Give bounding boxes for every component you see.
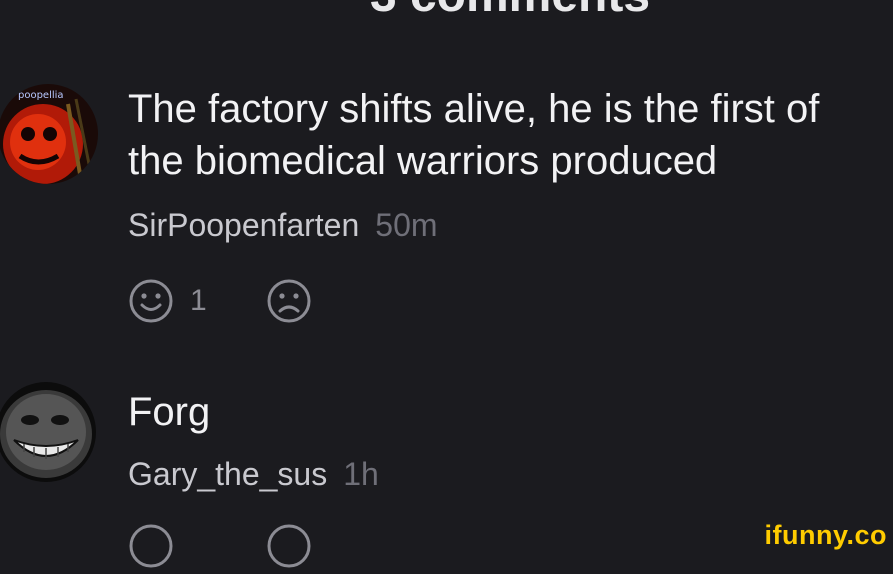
comment-time: 50m — [375, 207, 438, 243]
like-count: 1 — [190, 284, 207, 317]
comment-text: Forg — [128, 390, 211, 434]
comment-author[interactable]: SirPoopenfarten — [128, 207, 359, 243]
reaction-bar — [128, 523, 328, 568]
comment-time: 1h — [343, 456, 379, 492]
svg-text:poopellia: poopellia — [18, 90, 64, 101]
comment-text-line: the biomedical warriors produced — [128, 139, 718, 183]
comment-text-line: The factory shifts alive, he is the firs… — [128, 87, 820, 131]
frown-icon[interactable] — [266, 278, 312, 324]
comment-meta: SirPoopenfarten 50m — [128, 207, 438, 244]
comment-text: The factory shifts alive, he is the firs… — [128, 83, 819, 187]
comment-meta: Gary_the_sus 1h — [128, 456, 379, 493]
smile-icon[interactable] — [128, 523, 174, 569]
smile-icon[interactable] — [128, 278, 174, 324]
frown-icon[interactable] — [266, 523, 312, 569]
avatar[interactable]: poopellia — [0, 84, 98, 184]
avatar[interactable] — [0, 382, 96, 482]
comment-author[interactable]: Gary_the_sus — [128, 456, 327, 492]
watermark-logo: ifunny.co — [764, 520, 887, 550]
comments-count-title: 3 comments — [0, 0, 893, 23]
